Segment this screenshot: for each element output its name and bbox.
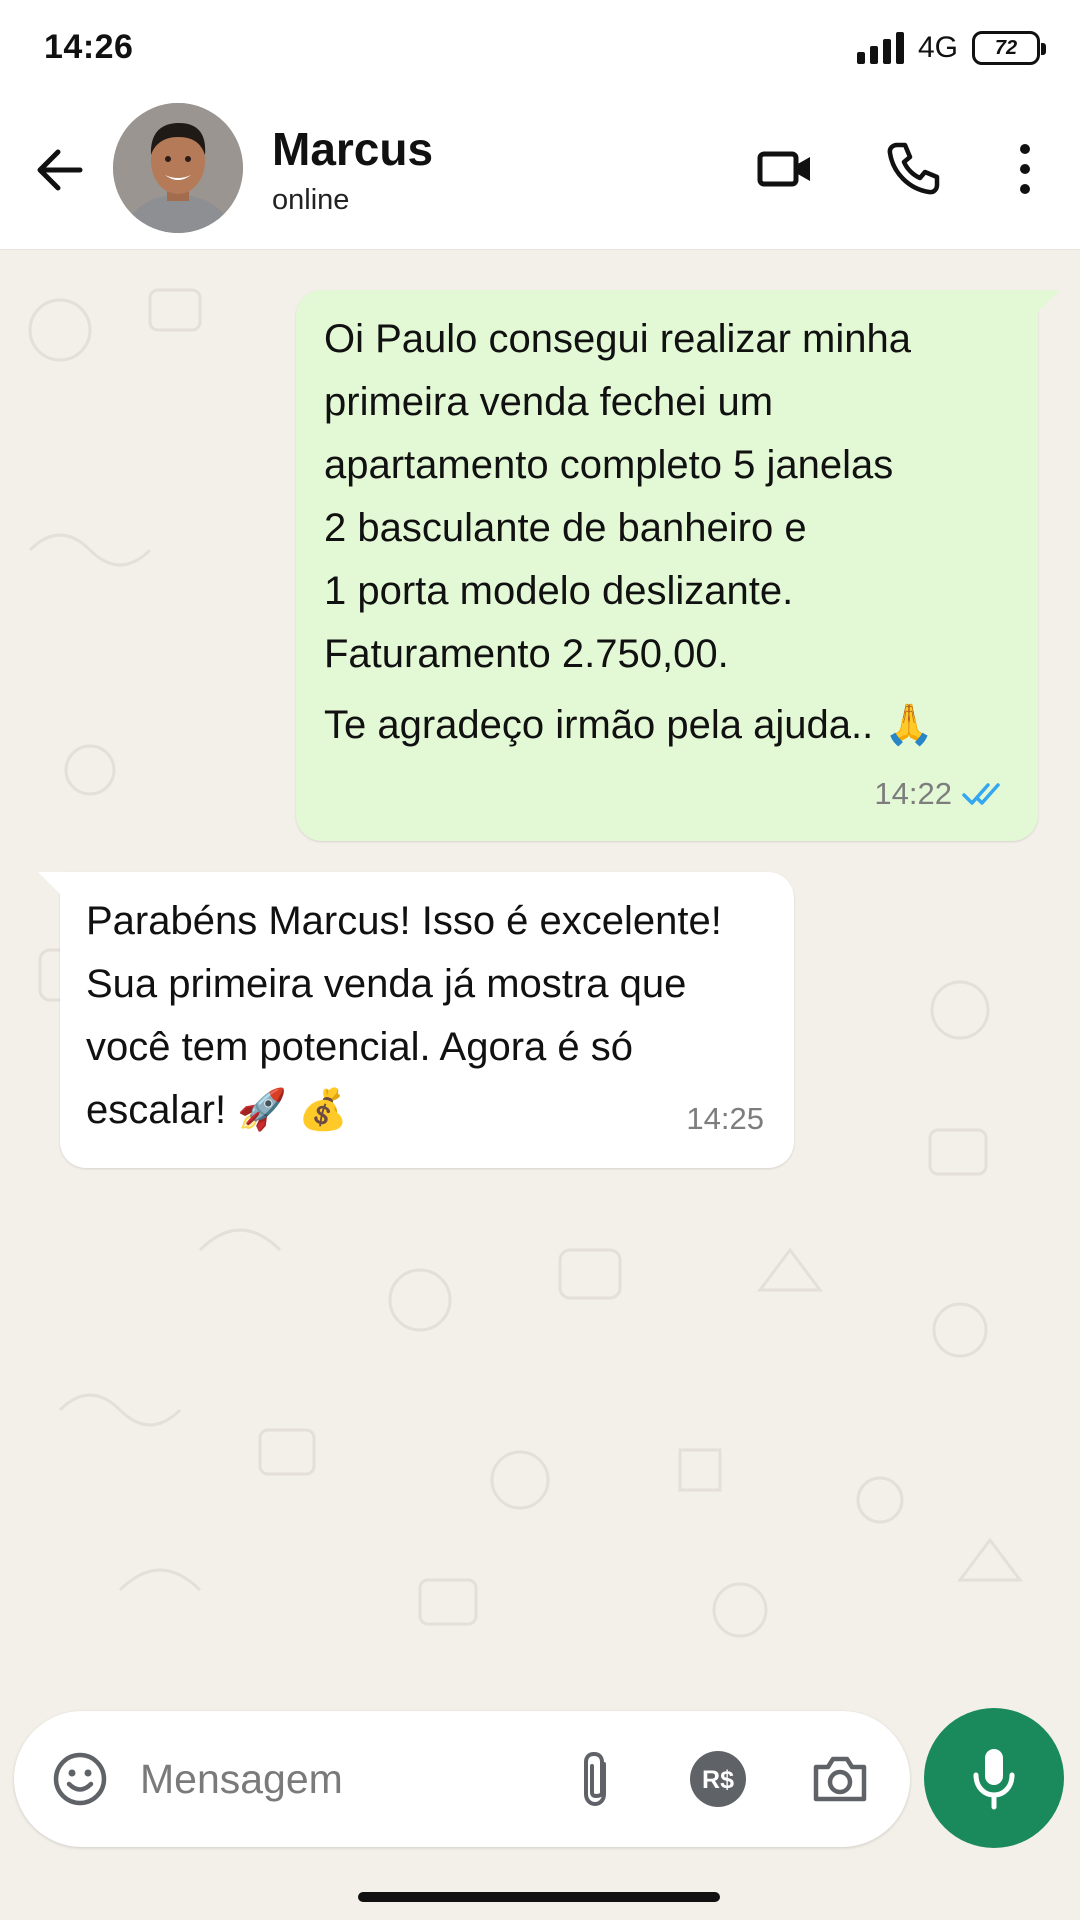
phone-icon: [887, 142, 940, 195]
battery-level: 72: [994, 36, 1018, 59]
network-type: 4G: [917, 31, 958, 64]
system-nav-bar: [0, 1862, 1080, 1920]
contact-avatar[interactable]: [113, 103, 243, 233]
status-bar: 14:26 4G 72: [0, 0, 1080, 100]
chat-screen: 14:26 4G 72 Marcus online Oi Paulo conse…: [0, 0, 1080, 1920]
input-pill: R$: [14, 1711, 910, 1847]
battery-icon: 72: [972, 31, 1046, 65]
payment-button[interactable]: R$: [684, 1745, 752, 1813]
message-text-line: Sua primeira venda já mostra que: [86, 962, 687, 1006]
chat-header: Marcus online: [0, 100, 1080, 250]
signal-icon: [856, 32, 904, 64]
message-time: 14:25: [686, 1101, 764, 1136]
more-options-button[interactable]: [992, 136, 1058, 202]
home-indicator[interactable]: [358, 1892, 720, 1902]
message-text-line: apartamento completo 5 janelas: [324, 443, 894, 487]
paperclip-icon: [584, 1751, 606, 1807]
contact-name[interactable]: Marcus: [272, 122, 433, 176]
message-meta: 14:22: [874, 762, 1008, 825]
message-text-line: Faturamento 2.750,00.: [324, 632, 729, 676]
message-time: 14:22: [874, 776, 952, 811]
double-check-read-icon: [962, 782, 1000, 805]
back-button[interactable]: [30, 138, 94, 202]
attach-button[interactable]: [562, 1745, 630, 1813]
status-time: 14:26: [44, 28, 134, 66]
message-input[interactable]: [140, 1749, 520, 1809]
video-camera-icon: [757, 151, 810, 187]
message-text-line: escalar! 🚀 💰: [86, 1088, 348, 1132]
message-incoming[interactable]: Parabéns Marcus! Isso é excelente! Sua p…: [38, 872, 794, 1168]
more-vertical-icon: [1020, 144, 1030, 194]
message-composer: R$: [0, 1700, 1080, 1862]
microphone-icon: [973, 1749, 1015, 1810]
message-text-line: 2 basculante de banheiro e: [324, 506, 807, 550]
message-outgoing[interactable]: Oi Paulo consegui realizar minha primeir…: [296, 290, 1060, 841]
contact-photo: [113, 103, 243, 233]
emoji-icon: [53, 1752, 107, 1806]
voice-call-button[interactable]: [880, 136, 946, 202]
voice-message-button[interactable]: [924, 1708, 1064, 1848]
status-indicators: 4G 72: [856, 28, 1046, 68]
message-text-line: 1 porta modelo deslizante.: [324, 569, 794, 613]
message-text-line: Oi Paulo consegui realizar minha: [324, 317, 911, 361]
message-list[interactable]: Oi Paulo consegui realizar minha primeir…: [0, 250, 1080, 1700]
video-call-button[interactable]: [753, 136, 819, 202]
message-meta: 14:25: [686, 1087, 764, 1150]
contact-status: online: [272, 184, 350, 216]
emoji-button[interactable]: [46, 1745, 114, 1813]
camera-button[interactable]: [806, 1745, 874, 1813]
camera-icon: [813, 1756, 867, 1802]
payment-badge-text: R$: [702, 1766, 734, 1794]
arrow-left-icon: [37, 149, 83, 191]
payment-icon: R$: [690, 1751, 746, 1807]
message-text-line: você tem potencial. Agora é só: [86, 1025, 633, 1069]
message-text-line: Te agradeço irmão pela ajuda.. 🙏: [324, 703, 935, 747]
message-text-line: Parabéns Marcus! Isso é excelente!: [86, 899, 722, 943]
message-text-line: primeira venda fechei um: [324, 380, 774, 424]
